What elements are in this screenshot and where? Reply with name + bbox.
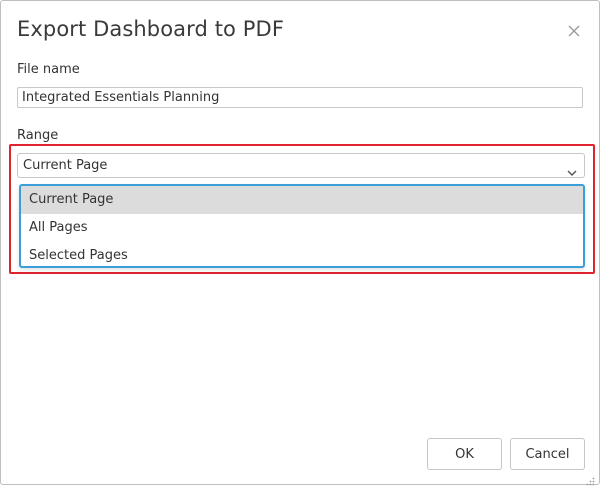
file-name-label: File name [17,62,80,77]
range-select-value: Current Page [23,158,108,173]
file-name-input[interactable]: Integrated Essentials Planning [17,87,583,108]
chevron-down-icon [567,162,577,176]
dialog-title: Export Dashboard to PDF [17,17,284,41]
range-label: Range [17,128,59,143]
export-dialog: Export Dashboard to PDF File name Integr… [0,0,600,486]
ok-button[interactable]: OK [427,438,502,470]
range-select[interactable]: Current Page [17,153,585,178]
close-icon[interactable] [567,24,581,38]
resize-grip-icon[interactable] [586,471,595,486]
range-dropdown-list: Current Page All Pages Selected Pages [19,184,585,268]
range-option-selected-pages[interactable]: Selected Pages [21,242,583,266]
cancel-button[interactable]: Cancel [510,438,585,470]
range-option-all-pages[interactable]: All Pages [21,214,583,242]
range-option-current-page[interactable]: Current Page [21,186,583,214]
